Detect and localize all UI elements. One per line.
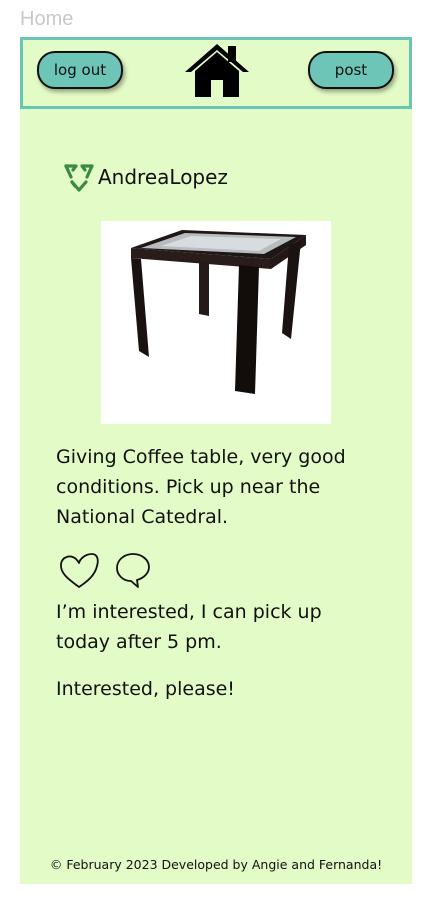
post-button[interactable]: post [308, 51, 394, 89]
coffee-table-photo [101, 221, 331, 424]
comment-item: Interested, please! [56, 678, 235, 700]
recycle-icon [64, 164, 94, 192]
logout-button[interactable]: log out [37, 51, 123, 89]
footer-credit: © February 2023 Developed by Angie and F… [49, 857, 383, 872]
post-description: Giving Coffee table, very good condition… [56, 446, 346, 528]
header-bar: log out post [20, 37, 412, 109]
page-label: Home [20, 8, 74, 30]
home-icon[interactable] [183, 42, 251, 98]
post-actions [58, 551, 152, 591]
comment-icon[interactable] [114, 551, 152, 589]
app-container: log out post AndreaLopez Giving Coffee t… [20, 37, 412, 884]
heart-icon[interactable] [58, 551, 100, 591]
comment-item: I’m interested, I can pick up today afte… [56, 601, 322, 653]
post-author: AndreaLopez [62, 161, 228, 193]
username[interactable]: AndreaLopez [98, 165, 228, 189]
